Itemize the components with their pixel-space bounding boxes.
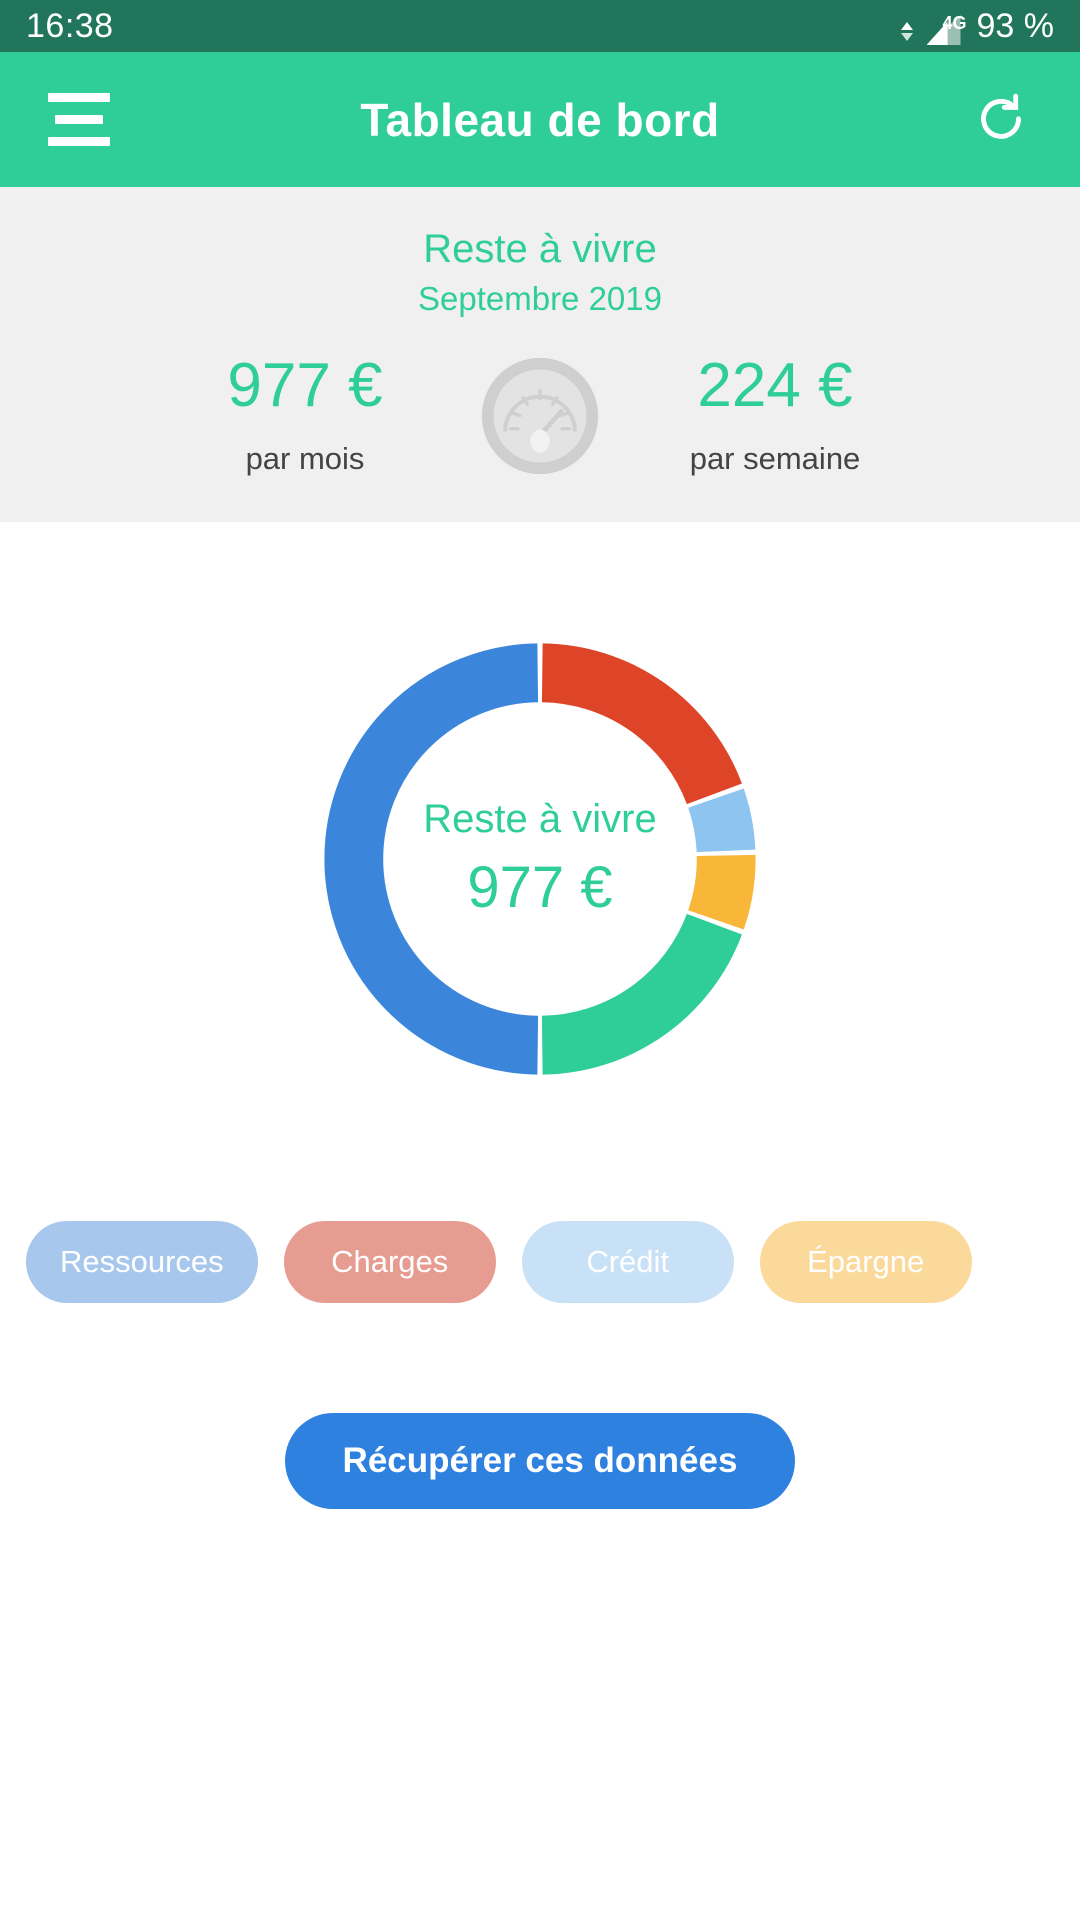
chip-ressources[interactable]: Ressources — [26, 1220, 258, 1303]
monthly-remaining-block: 977 € par mois — [140, 350, 470, 477]
hamburger-menu-icon[interactable] — [48, 93, 110, 146]
status-bar-clock: 16:38 — [26, 6, 114, 45]
donut-chart-area: Reste à vivre 977 € — [0, 521, 1080, 1197]
status-bar: 16:38 4G 93 % — [0, 0, 1080, 52]
refresh-icon[interactable] — [970, 89, 1032, 151]
monthly-label: par mois — [245, 440, 365, 476]
weekly-amount: 224 € — [697, 350, 853, 420]
signal-bars-icon: 4G — [926, 13, 967, 45]
monthly-amount: 977 € — [227, 350, 383, 420]
weekly-label: par semaine — [689, 440, 861, 476]
chip-charges[interactable]: Charges — [283, 1220, 496, 1303]
category-filter-chips: Ressources Charges Crédit Épargne — [0, 1220, 1080, 1303]
action-button-row: Récupérer ces données — [0, 1412, 1080, 1509]
budget-donut-chart[interactable]: Reste à vivre 977 € — [295, 614, 785, 1104]
donut-slice-reste-à-vivre[interactable] — [541, 913, 742, 1075]
chip-pargne[interactable]: Épargne — [759, 1220, 972, 1303]
chip-crdit[interactable]: Crédit — [521, 1220, 734, 1303]
fetch-data-button[interactable]: Récupérer ces données — [284, 1412, 796, 1509]
donut-slice-crédit[interactable] — [687, 788, 756, 854]
summary-values-row: 977 € par mois 224 € par semaine — [0, 354, 1080, 478]
status-bar-indicators: 4G 93 % — [900, 6, 1055, 46]
summary-panel: Reste à vivre Septembre 2019 977 € par m… — [0, 187, 1080, 522]
summary-period: Septembre 2019 — [417, 279, 662, 317]
donut-slice-charges[interactable] — [541, 643, 742, 806]
data-transfer-arrows-icon — [900, 22, 913, 41]
battery-percentage: 93 % — [976, 6, 1055, 45]
donut-svg — [324, 643, 756, 1075]
page-title: Tableau de bord — [360, 93, 720, 146]
speedometer-gauge-icon — [470, 354, 610, 478]
donut-slice-épargne[interactable] — [687, 855, 756, 930]
weekly-remaining-block: 224 € par semaine — [610, 350, 940, 477]
cellular-signal-icon: 4G — [900, 7, 967, 45]
app-bar: Tableau de bord — [0, 52, 1080, 187]
donut-slice-ressources[interactable] — [324, 643, 539, 1075]
network-type-label: 4G — [942, 13, 967, 33]
summary-title: Reste à vivre — [423, 227, 657, 271]
